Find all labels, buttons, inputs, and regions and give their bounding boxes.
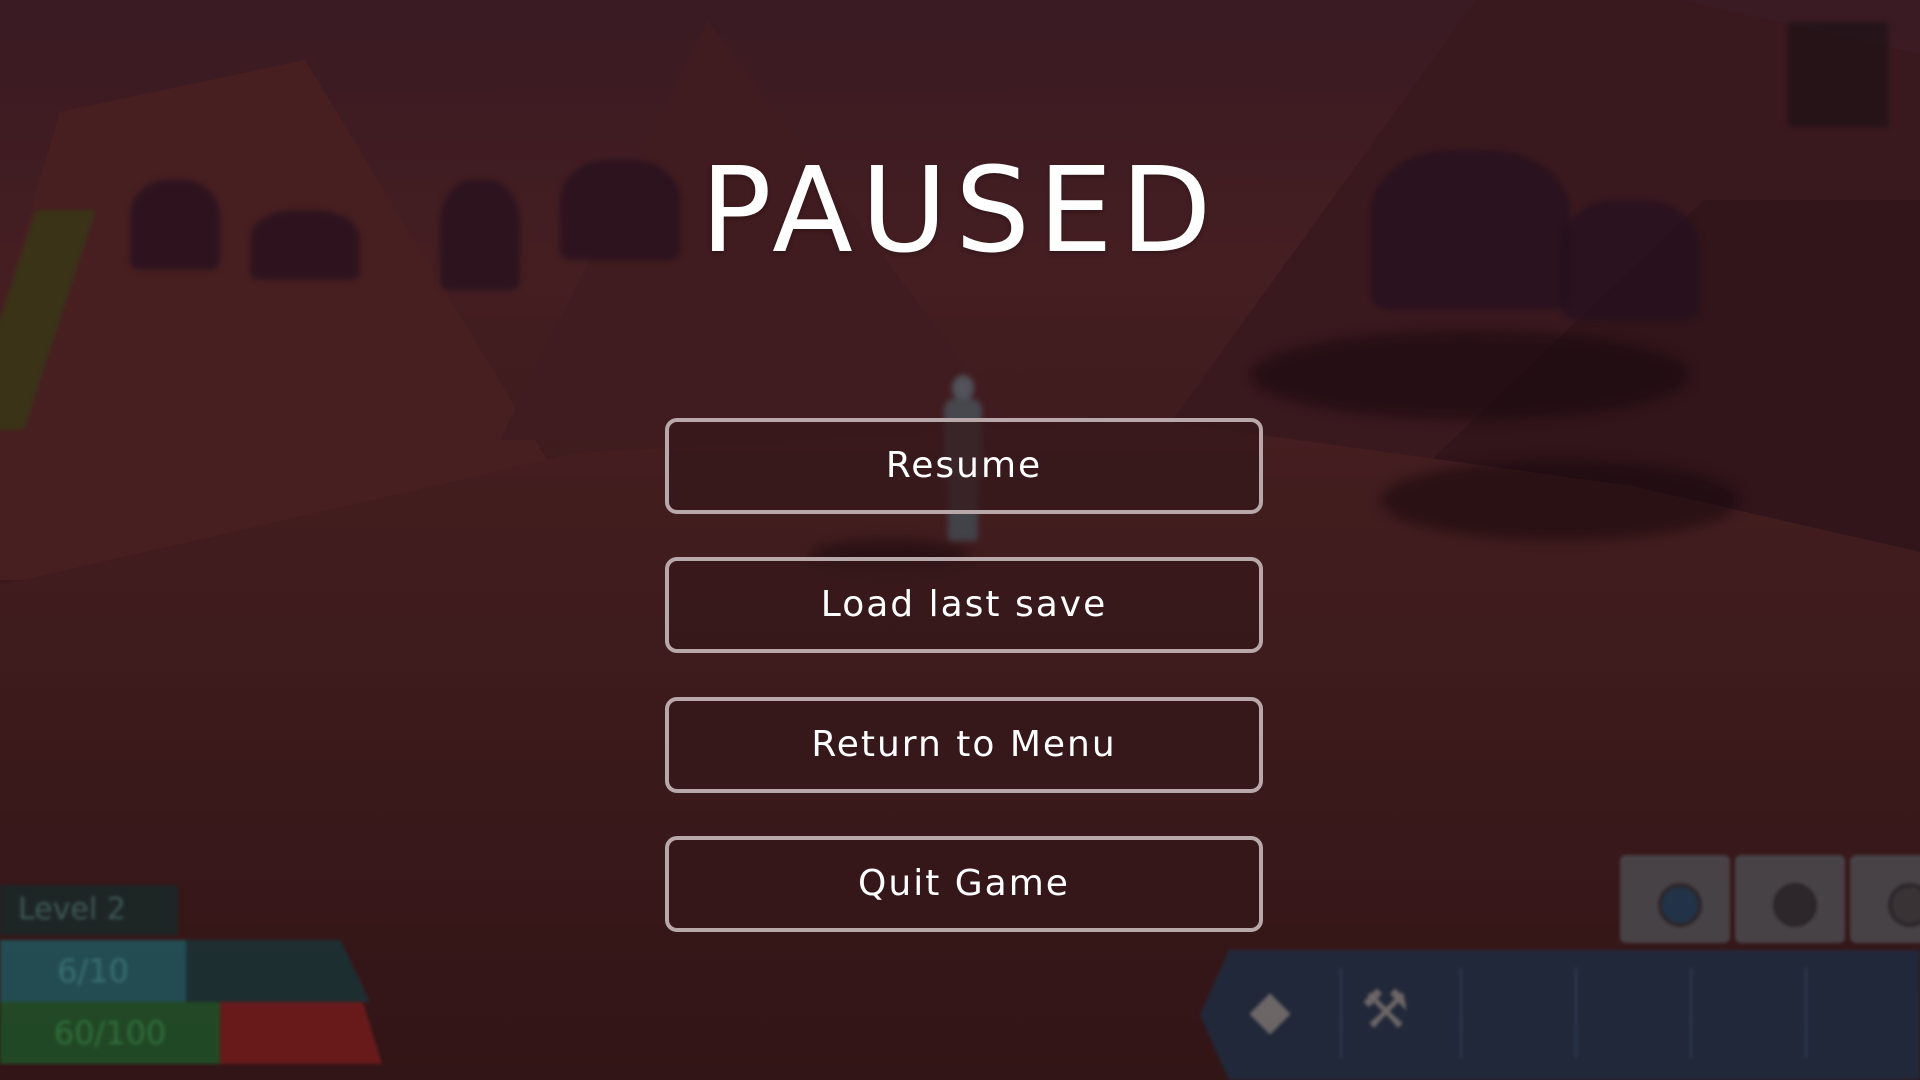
level-indicator: Level 2 [0,885,178,935]
tool-slot-scanner[interactable] [1620,855,1730,943]
hotbar-divider [1340,968,1342,1058]
hotbar-divider [1460,968,1462,1058]
oxygen-bar: 6/10 [0,940,186,1002]
game-viewport: Level 2 6/10 60/100 ◆ ⚒ PAUSED Resume Lo… [0,0,1920,1080]
quit-game-button[interactable]: Quit Game [665,836,1263,932]
load-last-save-button[interactable]: Load last save [665,557,1263,653]
resume-button[interactable]: Resume [665,418,1263,514]
player-status-hud: Level 2 6/10 60/100 [0,880,400,1080]
hotbar-divider [1805,968,1807,1058]
tool-slot-extra[interactable] [1850,855,1920,943]
tool-slot-drill[interactable] [1735,855,1845,943]
drill-icon [1773,883,1817,927]
hotbar-divider [1690,968,1692,1058]
minimap-frame [1788,22,1888,127]
inventory-hud: ◆ ⚒ [1190,850,1920,1080]
hotbar-divider [1575,968,1577,1058]
ore-chunk-icon[interactable]: ◆ [1240,975,1300,1045]
hotbar [1200,950,1920,1080]
wrench-icon[interactable]: ⚒ [1355,975,1415,1045]
health-bar: 60/100 [0,1002,220,1064]
tool-icon [1888,883,1920,927]
scanner-icon [1658,883,1702,927]
return-to-menu-button[interactable]: Return to Menu [665,697,1263,793]
pause-title: PAUSED [700,141,1220,279]
